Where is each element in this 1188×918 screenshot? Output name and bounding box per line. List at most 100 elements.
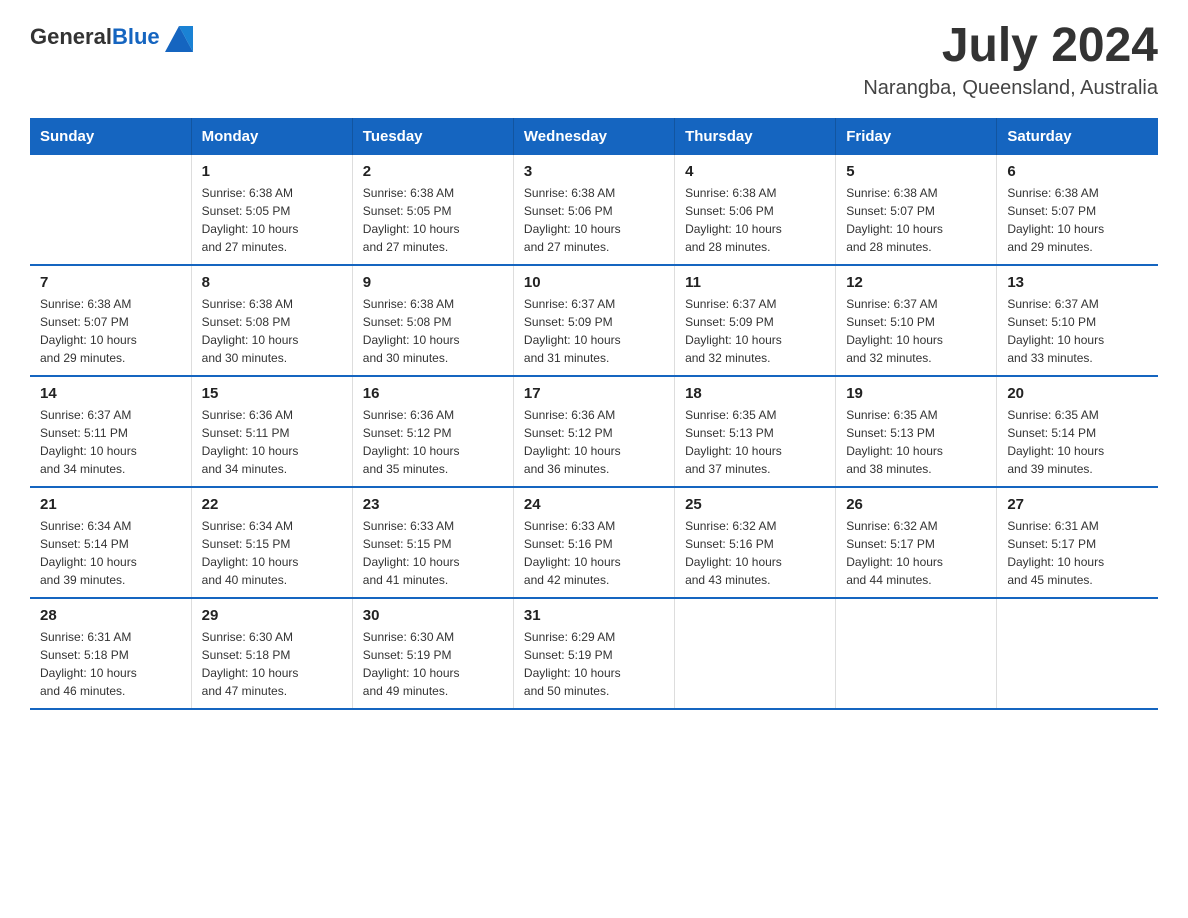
page-header: GeneralBlue July 2024 Narangba, Queensla… <box>30 20 1158 100</box>
day-info: Sunrise: 6:29 AM Sunset: 5:19 PM Dayligh… <box>524 628 664 700</box>
day-number: 27 <box>1007 496 1148 513</box>
calendar-cell: 3 Sunrise: 6:38 AM Sunset: 5:06 PM Daylig… <box>513 155 674 265</box>
logo-text: GeneralBlue <box>30 25 160 49</box>
calendar-cell: 5 Sunrise: 6:38 AM Sunset: 5:07 PM Daylig… <box>836 155 997 265</box>
calendar-cell: 28 Sunrise: 6:31 AM Sunset: 5:18 PM Dayli… <box>30 598 191 709</box>
day-info: Sunrise: 6:33 AM Sunset: 5:15 PM Dayligh… <box>363 517 503 589</box>
day-number: 3 <box>524 163 664 180</box>
calendar-header-row: SundayMondayTuesdayWednesdayThursdayFrid… <box>30 118 1158 155</box>
day-info: Sunrise: 6:38 AM Sunset: 5:08 PM Dayligh… <box>202 295 342 367</box>
day-info: Sunrise: 6:37 AM Sunset: 5:09 PM Dayligh… <box>685 295 825 367</box>
logo-icon <box>163 18 195 54</box>
day-info: Sunrise: 6:36 AM Sunset: 5:12 PM Dayligh… <box>524 406 664 478</box>
day-number: 31 <box>524 607 664 624</box>
month-year-title: July 2024 <box>863 20 1158 73</box>
calendar-cell: 2 Sunrise: 6:38 AM Sunset: 5:05 PM Daylig… <box>352 155 513 265</box>
day-number: 20 <box>1007 385 1148 402</box>
calendar-cell: 21 Sunrise: 6:34 AM Sunset: 5:14 PM Dayli… <box>30 487 191 598</box>
calendar-week-row: 14Sunrise: 6:37 AM Sunset: 5:11 PM Dayli… <box>30 376 1158 487</box>
calendar-cell: 22 Sunrise: 6:34 AM Sunset: 5:15 PM Dayli… <box>191 487 352 598</box>
day-number: 23 <box>363 496 503 513</box>
day-number: 1 <box>202 163 342 180</box>
calendar-cell: 6Sunrise: 6:38 AM Sunset: 5:07 PM Daylig… <box>997 155 1158 265</box>
day-number: 21 <box>40 496 181 513</box>
day-info: Sunrise: 6:38 AM Sunset: 5:07 PM Dayligh… <box>40 295 181 367</box>
calendar-cell: 7 Sunrise: 6:38 AM Sunset: 5:07 PM Daylig… <box>30 265 191 376</box>
day-number: 28 <box>40 607 181 624</box>
day-info: Sunrise: 6:38 AM Sunset: 5:05 PM Dayligh… <box>202 184 342 256</box>
day-info: Sunrise: 6:37 AM Sunset: 5:09 PM Dayligh… <box>524 295 664 367</box>
day-number: 26 <box>846 496 986 513</box>
header-friday: Friday <box>836 118 997 155</box>
calendar-week-row: 7 Sunrise: 6:38 AM Sunset: 5:07 PM Daylig… <box>30 265 1158 376</box>
day-number: 2 <box>363 163 503 180</box>
day-number: 24 <box>524 496 664 513</box>
day-number: 19 <box>846 385 986 402</box>
day-info: Sunrise: 6:38 AM Sunset: 5:07 PM Dayligh… <box>846 184 986 256</box>
header-saturday: Saturday <box>997 118 1158 155</box>
day-info: Sunrise: 6:38 AM Sunset: 5:05 PM Dayligh… <box>363 184 503 256</box>
calendar-cell: 8 Sunrise: 6:38 AM Sunset: 5:08 PM Daylig… <box>191 265 352 376</box>
header-tuesday: Tuesday <box>352 118 513 155</box>
calendar-cell: 4 Sunrise: 6:38 AM Sunset: 5:06 PM Daylig… <box>675 155 836 265</box>
day-info: Sunrise: 6:30 AM Sunset: 5:18 PM Dayligh… <box>202 628 342 700</box>
calendar-cell: 18 Sunrise: 6:35 AM Sunset: 5:13 PM Dayli… <box>675 376 836 487</box>
logo: GeneralBlue <box>30 20 195 54</box>
day-info: Sunrise: 6:36 AM Sunset: 5:11 PM Dayligh… <box>202 406 342 478</box>
calendar-cell <box>997 598 1158 709</box>
calendar-cell: 31 Sunrise: 6:29 AM Sunset: 5:19 PM Dayli… <box>513 598 674 709</box>
calendar-cell <box>675 598 836 709</box>
calendar-cell: 29 Sunrise: 6:30 AM Sunset: 5:18 PM Dayli… <box>191 598 352 709</box>
day-info: Sunrise: 6:32 AM Sunset: 5:16 PM Dayligh… <box>685 517 825 589</box>
day-info: Sunrise: 6:35 AM Sunset: 5:14 PM Dayligh… <box>1007 406 1148 478</box>
day-number: 7 <box>40 274 181 291</box>
header-monday: Monday <box>191 118 352 155</box>
calendar-week-row: 21 Sunrise: 6:34 AM Sunset: 5:14 PM Dayli… <box>30 487 1158 598</box>
header-wednesday: Wednesday <box>513 118 674 155</box>
day-info: Sunrise: 6:34 AM Sunset: 5:15 PM Dayligh… <box>202 517 342 589</box>
day-number: 29 <box>202 607 342 624</box>
calendar-cell: 27Sunrise: 6:31 AM Sunset: 5:17 PM Dayli… <box>997 487 1158 598</box>
day-info: Sunrise: 6:38 AM Sunset: 5:06 PM Dayligh… <box>524 184 664 256</box>
day-info: Sunrise: 6:38 AM Sunset: 5:06 PM Dayligh… <box>685 184 825 256</box>
day-number: 17 <box>524 385 664 402</box>
calendar-cell: 13Sunrise: 6:37 AM Sunset: 5:10 PM Dayli… <box>997 265 1158 376</box>
day-number: 9 <box>363 274 503 291</box>
calendar-cell: 26 Sunrise: 6:32 AM Sunset: 5:17 PM Dayli… <box>836 487 997 598</box>
calendar-cell: 23 Sunrise: 6:33 AM Sunset: 5:15 PM Dayli… <box>352 487 513 598</box>
day-number: 4 <box>685 163 825 180</box>
calendar-cell: 9 Sunrise: 6:38 AM Sunset: 5:08 PM Daylig… <box>352 265 513 376</box>
day-number: 18 <box>685 385 825 402</box>
day-info: Sunrise: 6:38 AM Sunset: 5:08 PM Dayligh… <box>363 295 503 367</box>
calendar-week-row: 28 Sunrise: 6:31 AM Sunset: 5:18 PM Dayli… <box>30 598 1158 709</box>
calendar-cell: 12Sunrise: 6:37 AM Sunset: 5:10 PM Dayli… <box>836 265 997 376</box>
day-number: 15 <box>202 385 342 402</box>
day-number: 10 <box>524 274 664 291</box>
day-info: Sunrise: 6:32 AM Sunset: 5:17 PM Dayligh… <box>846 517 986 589</box>
calendar-cell: 10 Sunrise: 6:37 AM Sunset: 5:09 PM Dayli… <box>513 265 674 376</box>
calendar-cell: 24Sunrise: 6:33 AM Sunset: 5:16 PM Dayli… <box>513 487 674 598</box>
day-info: Sunrise: 6:31 AM Sunset: 5:18 PM Dayligh… <box>40 628 181 700</box>
calendar-cell: 15 Sunrise: 6:36 AM Sunset: 5:11 PM Dayli… <box>191 376 352 487</box>
day-number: 22 <box>202 496 342 513</box>
calendar-cell: 25 Sunrise: 6:32 AM Sunset: 5:16 PM Dayli… <box>675 487 836 598</box>
calendar-cell: 1 Sunrise: 6:38 AM Sunset: 5:05 PM Daylig… <box>191 155 352 265</box>
day-number: 14 <box>40 385 181 402</box>
calendar-cell <box>836 598 997 709</box>
day-info: Sunrise: 6:37 AM Sunset: 5:10 PM Dayligh… <box>846 295 986 367</box>
day-number: 5 <box>846 163 986 180</box>
calendar-cell: 16Sunrise: 6:36 AM Sunset: 5:12 PM Dayli… <box>352 376 513 487</box>
day-info: Sunrise: 6:34 AM Sunset: 5:14 PM Dayligh… <box>40 517 181 589</box>
calendar-cell <box>30 155 191 265</box>
day-number: 30 <box>363 607 503 624</box>
day-info: Sunrise: 6:35 AM Sunset: 5:13 PM Dayligh… <box>846 406 986 478</box>
header-thursday: Thursday <box>675 118 836 155</box>
calendar-week-row: 1 Sunrise: 6:38 AM Sunset: 5:05 PM Daylig… <box>30 155 1158 265</box>
calendar-cell: 30Sunrise: 6:30 AM Sunset: 5:19 PM Dayli… <box>352 598 513 709</box>
day-info: Sunrise: 6:35 AM Sunset: 5:13 PM Dayligh… <box>685 406 825 478</box>
day-number: 25 <box>685 496 825 513</box>
day-number: 8 <box>202 274 342 291</box>
calendar-cell: 17 Sunrise: 6:36 AM Sunset: 5:12 PM Dayli… <box>513 376 674 487</box>
header-sunday: Sunday <box>30 118 191 155</box>
day-number: 16 <box>363 385 503 402</box>
